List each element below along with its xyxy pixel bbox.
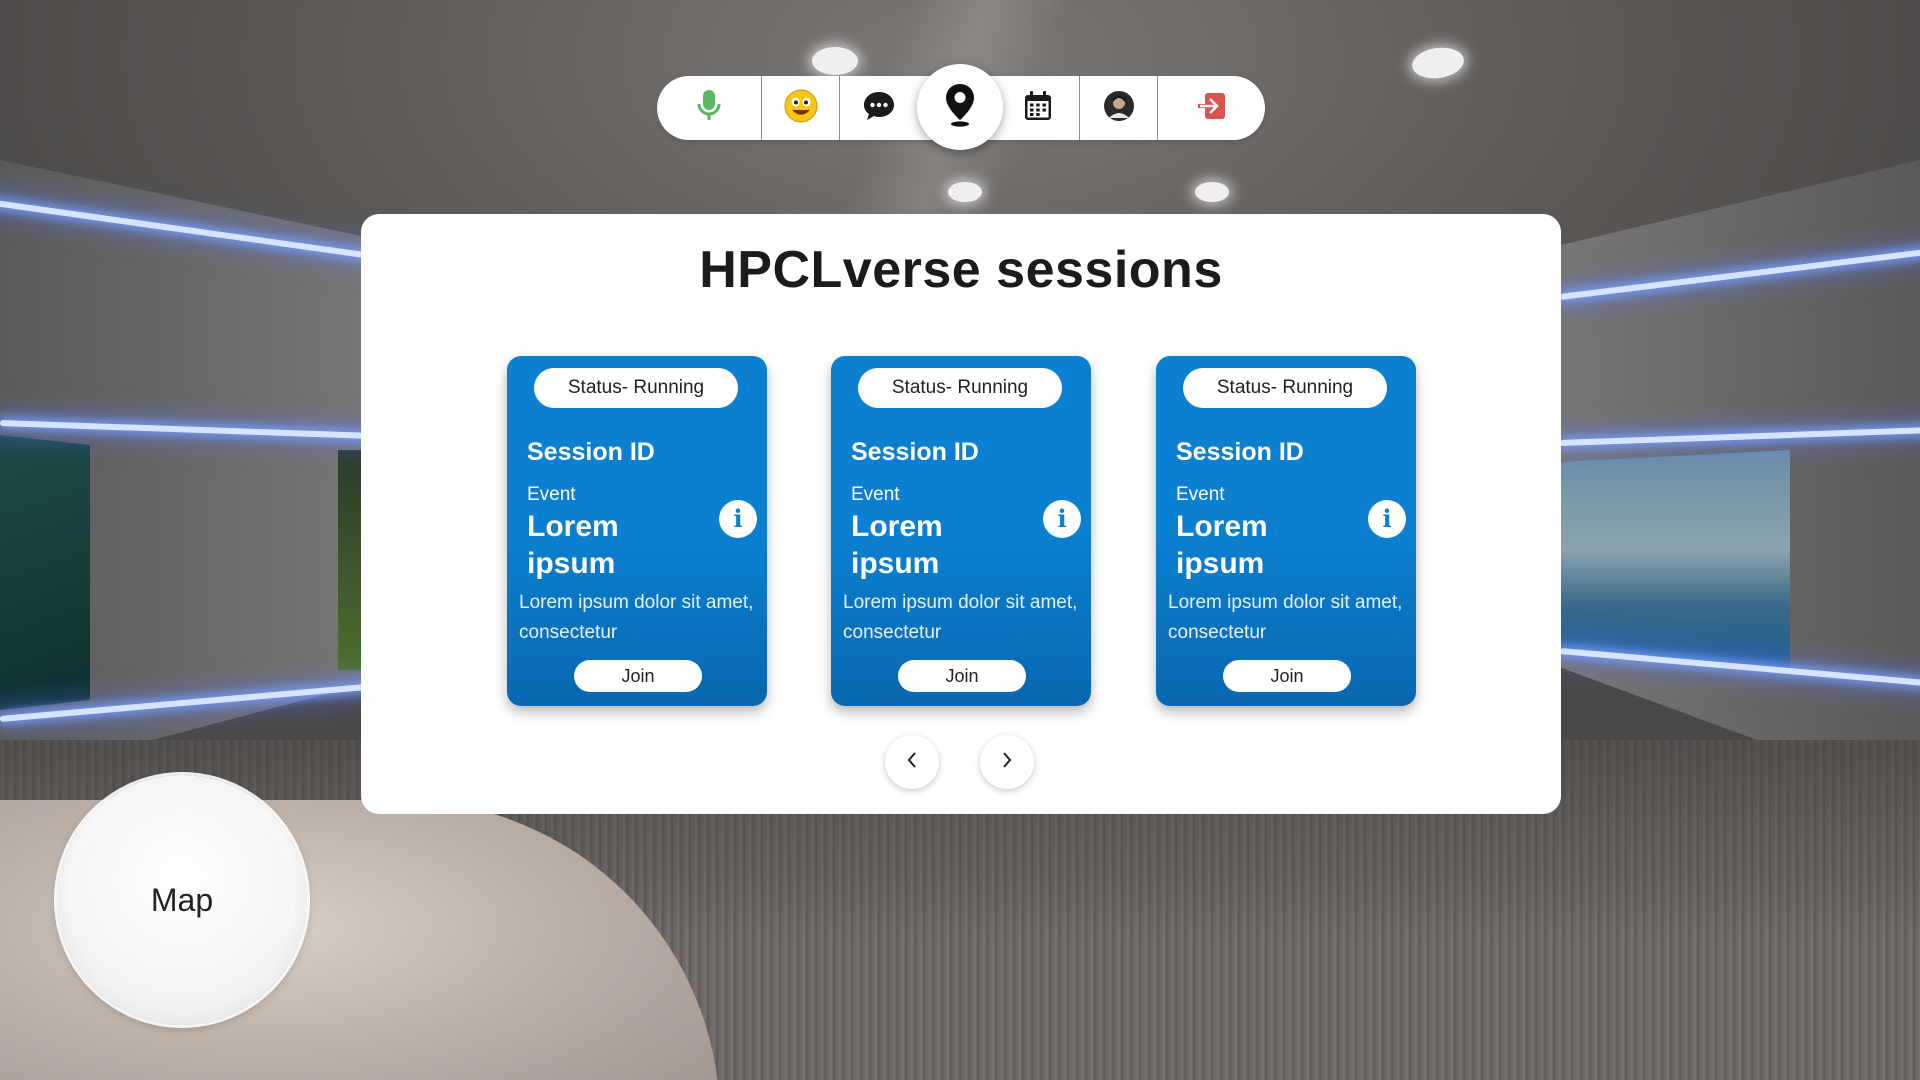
join-button[interactable]: Join [574, 660, 702, 692]
info-icon[interactable]: i [1043, 500, 1081, 538]
session-id-label: Session ID [527, 438, 655, 466]
event-name: Lorem ipsum [1176, 510, 1268, 580]
map-button[interactable]: Map [57, 775, 307, 1025]
ceiling-light [812, 47, 858, 75]
calendar-icon [1023, 90, 1053, 127]
session-id-label: Session ID [1176, 438, 1304, 466]
session-description: Lorem ipsum dolor sit amet, consectetur [1168, 592, 1403, 643]
join-button[interactable]: Join [898, 660, 1026, 692]
event-name: Lorem ipsum [527, 510, 619, 580]
panel-title: HPCLverse sessions [699, 241, 1223, 299]
sessions-panel: HPCLverse sessions Status- Running Sessi… [361, 214, 1561, 814]
microphone-button[interactable] [657, 76, 761, 140]
emoji-icon [784, 89, 818, 128]
join-button[interactable]: Join [1223, 660, 1351, 692]
info-icon[interactable]: i [1368, 500, 1406, 538]
chat-icon [862, 90, 896, 127]
session-description: Lorem ipsum dolor sit amet, consectetur [519, 592, 754, 643]
session-card: Status- Running Session ID Event Lorem i… [831, 356, 1091, 706]
emoji-button[interactable] [761, 76, 839, 140]
location-button[interactable] [917, 64, 1003, 150]
status-badge: Status- Running [534, 368, 738, 408]
event-label: Event [851, 484, 900, 505]
ceiling-light [1195, 182, 1229, 202]
session-description: Lorem ipsum dolor sit amet, consectetur [843, 592, 1078, 643]
microphone-icon [694, 88, 724, 129]
exit-icon [1196, 90, 1228, 127]
next-page-button[interactable] [980, 735, 1034, 789]
session-card: Status- Running Session ID Event Lorem i… [1156, 356, 1416, 706]
map-label: Map [73, 791, 291, 1009]
session-card: Status- Running Session ID Event Lorem i… [507, 356, 767, 706]
previous-page-button[interactable] [885, 735, 939, 789]
exit-button[interactable] [1157, 76, 1265, 140]
location-pin-icon [943, 82, 977, 133]
info-icon[interactable]: i [719, 500, 757, 538]
status-badge: Status- Running [858, 368, 1062, 408]
ceiling-light [948, 182, 982, 202]
chat-button[interactable] [839, 76, 917, 140]
status-badge: Status- Running [1183, 368, 1387, 408]
calendar-button[interactable] [997, 76, 1079, 140]
event-name: Lorem ipsum [851, 510, 943, 580]
event-label: Event [1176, 484, 1225, 505]
wall-screen [1560, 450, 1790, 672]
chevron-right-icon [1000, 750, 1014, 775]
avatar-icon [1103, 90, 1135, 127]
event-label: Event [527, 484, 576, 505]
wall-screen [0, 435, 90, 710]
session-id-label: Session ID [851, 438, 979, 466]
chevron-left-icon [905, 750, 919, 775]
avatar-button[interactable] [1079, 76, 1157, 140]
